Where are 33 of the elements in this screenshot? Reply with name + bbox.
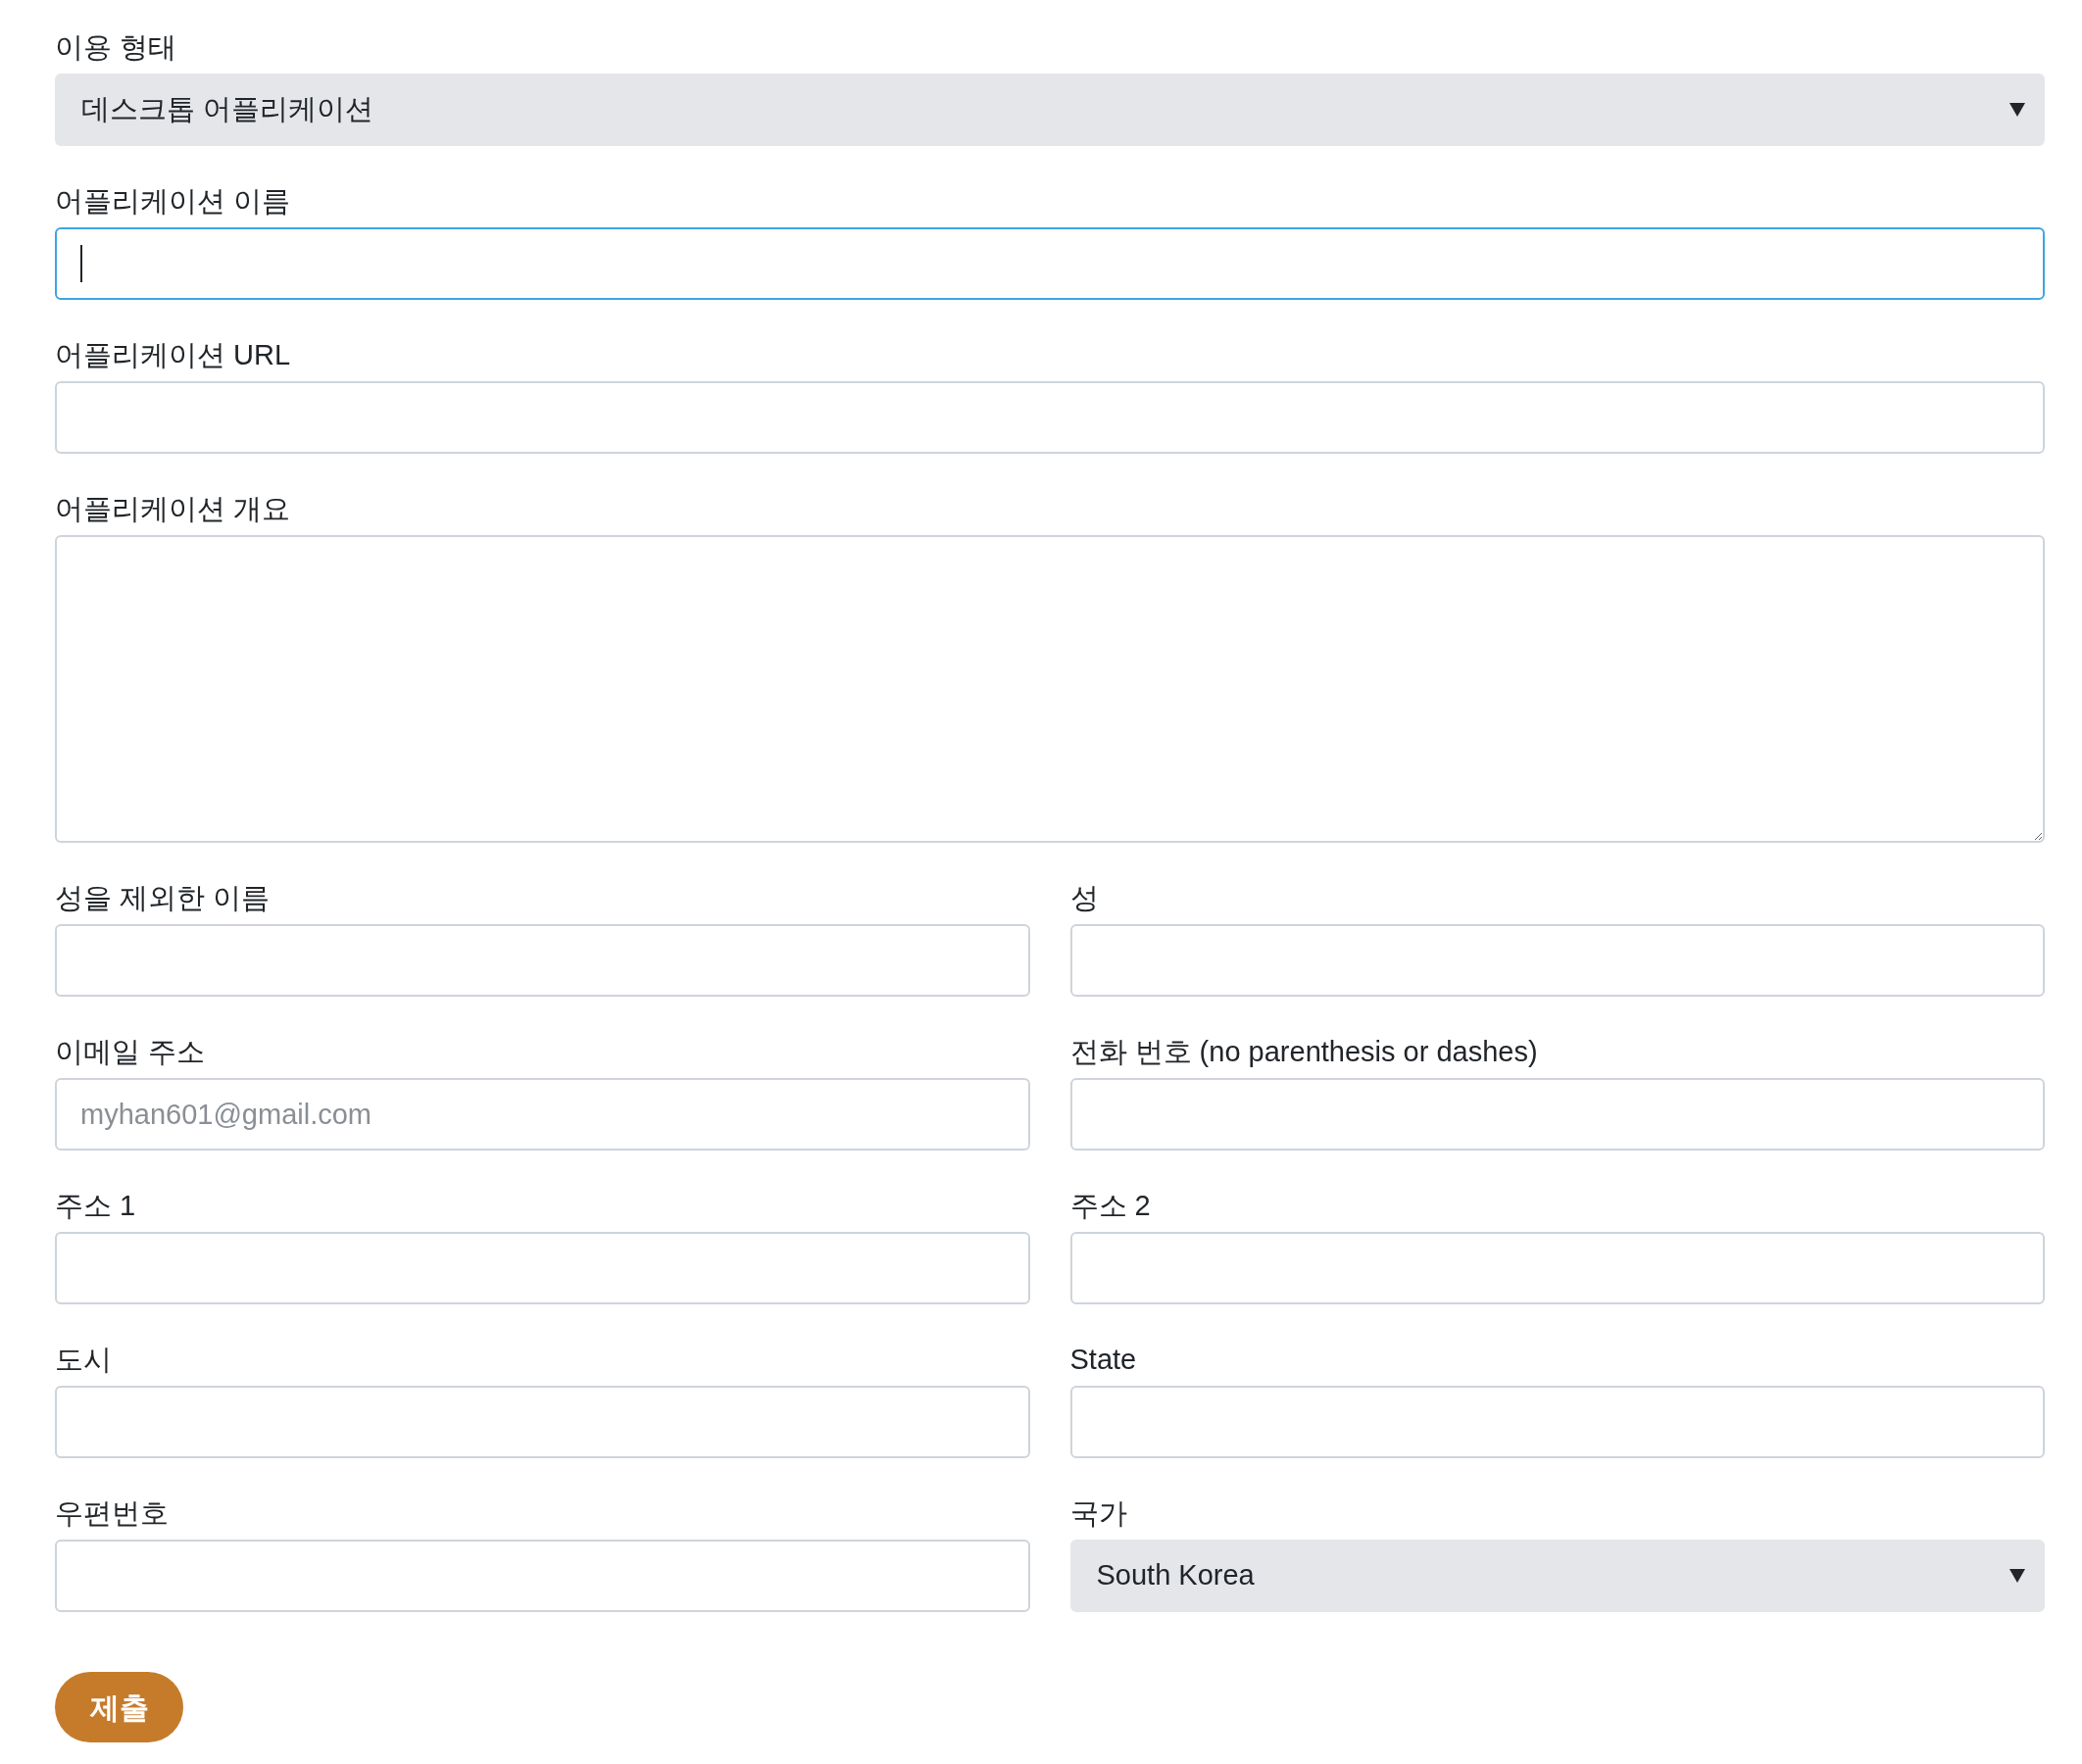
field-label: 이메일 주소: [55, 1035, 206, 1069]
field-label: 국가: [1069, 1496, 1127, 1531]
field-label: 성: [1069, 881, 1099, 915]
input-field[interactable]: [55, 1386, 1030, 1458]
text-cursor: [80, 245, 82, 282]
field-label: 전화 번호 (no parenthesis or dashes): [1069, 1035, 1538, 1069]
textarea-field[interactable]: [55, 535, 2045, 843]
input-field[interactable]: [55, 227, 2045, 300]
field-label: 어플리케이션 이름: [55, 184, 291, 219]
field-label: 어플리케이션 URL: [55, 338, 291, 372]
selected-value: South Korea: [1096, 1558, 1255, 1593]
input-field[interactable]: [1069, 924, 2045, 997]
input-field[interactable]: myhan601@gmail.com: [55, 1078, 1030, 1151]
input-field[interactable]: [55, 381, 2045, 454]
input-field[interactable]: [1069, 1078, 2045, 1151]
input-field[interactable]: [1069, 1232, 2045, 1304]
input-field[interactable]: [55, 1540, 1030, 1612]
field-label: 주소 2: [1069, 1189, 1151, 1223]
field-label: 우편번호: [55, 1496, 169, 1531]
field-label: 어플리케이션 개요: [55, 492, 291, 526]
field-label: State: [1069, 1343, 1137, 1377]
field-label: 도시: [55, 1343, 112, 1377]
field-label: 이용 형태: [55, 30, 177, 65]
dropdown-select[interactable]: South Korea: [1069, 1540, 2045, 1612]
field-label: 성을 제외한 이름: [55, 881, 271, 915]
dropdown-select[interactable]: 데스크톱 어플리케이션: [55, 74, 2045, 146]
selected-value: 데스크톱 어플리케이션: [81, 92, 374, 127]
input-field[interactable]: [55, 924, 1030, 997]
input-field[interactable]: [55, 1232, 1030, 1304]
field-label: 주소 1: [55, 1189, 136, 1223]
caret-icon: [2009, 103, 2025, 117]
caret-icon: [2009, 1569, 2025, 1583]
input-field[interactable]: [1069, 1386, 2045, 1458]
